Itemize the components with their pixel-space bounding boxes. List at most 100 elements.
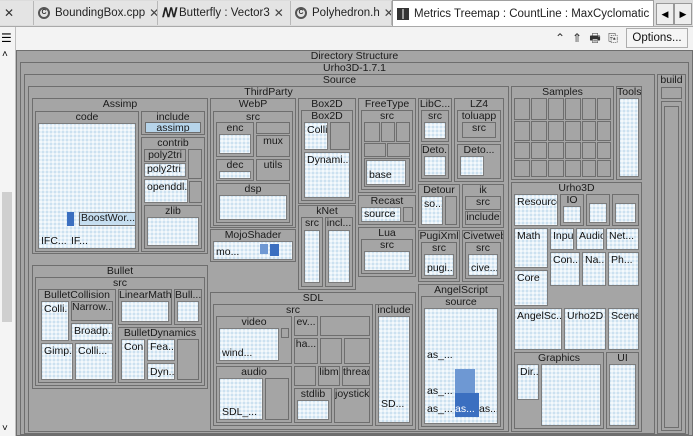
- treemap-node-build-c[interactable]: [664, 106, 679, 428]
- treemap-node-box2d-inner[interactable]: Box2D Colli... Dynami...: [301, 110, 353, 201]
- treemap-node-freetype-src[interactable]: src base: [361, 110, 413, 190]
- close-icon[interactable]: ✕: [149, 6, 157, 20]
- treemap-leaf-scene[interactable]: Scene: [608, 308, 639, 350]
- treemap-node-bull[interactable]: Bull...: [174, 289, 202, 325]
- treemap-leaf-detour[interactable]: so...: [421, 196, 443, 225]
- treemap-node-sample[interactable]: [531, 121, 547, 141]
- treemap-node-sample[interactable]: [565, 121, 581, 141]
- treemap-node-samples[interactable]: Samples: [511, 86, 614, 180]
- treemap-leaf-wind[interactable]: wind...: [219, 328, 279, 361]
- treemap-leaf-na[interactable]: Na...: [582, 252, 606, 286]
- treemap-leaf-audio[interactable]: Audio: [576, 228, 604, 250]
- treemap-leaf-sdl-audio[interactable]: SDL_...: [219, 378, 263, 420]
- treemap-node-sample[interactable]: [565, 98, 581, 120]
- treemap-leaf-cive[interactable]: cive...: [468, 254, 498, 276]
- treemap-node-urho3d-lib[interactable]: Urho3D Resource IO Math Input Audio Net.…: [511, 182, 642, 432]
- treemap-node-ft-d[interactable]: [364, 143, 386, 157]
- tab-polyhedron-h[interactable]: C Polyhedron.h ✕: [291, 1, 392, 25]
- treemap-node-dsp[interactable]: dsp: [216, 183, 290, 223]
- treemap-node-ik-include[interactable]: include: [465, 211, 501, 225]
- treemap-node-ft-a[interactable]: [364, 122, 380, 142]
- treemap-node-haptic[interactable]: ha...: [294, 338, 318, 364]
- treemap-node-build[interactable]: build: [657, 74, 686, 434]
- treemap-leaf-gimp[interactable]: Gimp...: [41, 343, 73, 380]
- treemap-node-sample[interactable]: [597, 160, 611, 177]
- treemap-node-freetype[interactable]: FreeType src base: [358, 98, 416, 193]
- treemap-node-recast-misc[interactable]: [403, 207, 413, 222]
- treemap-node-assimp-inc[interactable]: assimp: [145, 122, 201, 133]
- treemap-node-bullet-src[interactable]: src BulletCollision Colli... Narrow... B…: [35, 277, 205, 386]
- tab-boundingbox-cpp[interactable]: C BoundingBox.cpp ✕: [34, 1, 158, 25]
- treemap-node-webp[interactable]: WebP src enc mux dec utils dsp: [210, 98, 296, 228]
- treemap-node-sample[interactable]: [582, 142, 596, 159]
- treemap-node-lz4-deto[interactable]: Deto...: [457, 144, 501, 179]
- treemap-leaf-enc[interactable]: [219, 134, 251, 154]
- treemap-node-libc[interactable]: LibC... src Deto...: [418, 98, 452, 182]
- close-icon[interactable]: ✕: [4, 6, 14, 20]
- treemap-node-ft-b[interactable]: [381, 122, 395, 142]
- treemap-leaf-linearmath[interactable]: [121, 301, 169, 322]
- treemap-node-angelscript[interactable]: AngelScript source as_... as_... as_... …: [418, 284, 504, 430]
- treemap-node-tools[interactable]: Tools: [616, 86, 642, 180]
- treemap-node-sdl-misc1[interactable]: [320, 316, 370, 336]
- treemap-node-thirdparty[interactable]: ThirdParty Assimp code BoostWor... IFC..…: [28, 86, 509, 432]
- treemap-node-include[interactable]: include assimp: [141, 111, 205, 135]
- treemap-node-boostwor[interactable]: BoostWor...: [79, 212, 135, 226]
- treemap-leaf-sdl-include[interactable]: SD...: [378, 316, 410, 423]
- treemap-leaf-zlib[interactable]: [147, 217, 199, 246]
- treemap-leaf-con[interactable]: Con...: [121, 339, 145, 380]
- treemap-node-zlib[interactable]: zlib: [144, 205, 202, 249]
- treemap-leaf-con[interactable]: Con...: [550, 252, 580, 286]
- treemap-node-sample[interactable]: [531, 160, 547, 177]
- treemap-node-bulletcollision[interactable]: BulletCollision Colli... Narrow... Broad…: [38, 289, 116, 383]
- treemap-node-sample[interactable]: [514, 142, 530, 159]
- treemap-node-u3d-a[interactable]: [586, 194, 610, 226]
- chevron-down-icon[interactable]: ˅: [2, 423, 8, 434]
- treemap-leaf-stdlib[interactable]: [297, 400, 329, 420]
- treemap-leaf-lua[interactable]: [364, 251, 410, 271]
- treemap-leaf-mojoshader[interactable]: mo...: [213, 241, 293, 260]
- treemap-node-sdl-include[interactable]: include SD...: [375, 304, 413, 426]
- treemap-node-lua[interactable]: Lua src: [358, 227, 416, 277]
- treemap-node-webp-src[interactable]: src enc mux dec utils dsp: [213, 111, 293, 226]
- treemap-leaf-poly2tri[interactable]: poly2tri: [144, 163, 186, 177]
- treemap-leaf-lz4-deto[interactable]: [460, 156, 484, 176]
- treemap-node-bullet[interactable]: Bullet src BulletCollision Colli... Narr…: [32, 265, 208, 389]
- treemap-node-audio[interactable]: audio SDL_...: [216, 366, 292, 423]
- treemap-node-recast[interactable]: Recast source: [358, 195, 416, 225]
- treemap-leaf-fea[interactable]: Fea...: [147, 339, 175, 361]
- treemap-leaf-dynami[interactable]: Dynami...: [304, 152, 350, 198]
- chevron-up-icon[interactable]: ⌃: [552, 30, 568, 46]
- treemap-leaf-code[interactable]: BoostWor... IFC... IF...: [38, 123, 136, 249]
- treemap-node-contrib[interactable]: contrib poly2tri poly2tri openddl... zli…: [141, 137, 205, 252]
- treemap-node-ik-src[interactable]: src: [465, 196, 501, 210]
- close-icon[interactable]: ✕: [384, 6, 391, 20]
- tab-butterfly[interactable]: ꟿ Butterfly : Vector3 ✕: [158, 1, 291, 25]
- vertical-scrollbar[interactable]: [2, 192, 12, 322]
- treemap-node-knet-incl[interactable]: incl...: [325, 217, 353, 287]
- treemap-node-assimp[interactable]: Assimp code BoostWor... IFC... IF... inc…: [32, 98, 208, 254]
- treemap-node-sample[interactable]: [548, 98, 564, 120]
- treemap-node-contrib-small[interactable]: [188, 149, 202, 179]
- treemap-leaf-colli2[interactable]: Colli...: [75, 343, 113, 380]
- treemap-node-sample[interactable]: [514, 160, 530, 177]
- treemap-leaf-knet-src[interactable]: [304, 230, 320, 283]
- treemap-node-sample[interactable]: [597, 142, 611, 159]
- treemap-node-joystick[interactable]: joystick: [334, 388, 370, 423]
- treemap-node-io[interactable]: IO: [560, 194, 584, 226]
- treemap-leaf-pugi[interactable]: pugi...: [424, 254, 454, 276]
- treemap-node-ft-c[interactable]: [396, 122, 410, 142]
- treemap-node-toluapp-src[interactable]: src: [462, 122, 496, 138]
- treemap-node-lua-src[interactable]: src: [361, 239, 413, 274]
- treemap-leaf-dyn[interactable]: Dyn...: [147, 363, 175, 380]
- treemap-node-contrib-misc[interactable]: [189, 181, 202, 203]
- treemap-leaf-libc-deto[interactable]: [424, 156, 446, 176]
- treemap-node-sample[interactable]: [582, 160, 596, 177]
- treemap-node-sample[interactable]: [582, 98, 596, 120]
- print-icon[interactable]: 🖶: [587, 30, 603, 46]
- treemap-leaf-graphics[interactable]: [541, 364, 601, 426]
- scroll-right-icon[interactable]: ▶: [674, 3, 692, 25]
- tab-metrics-treemap[interactable]: Metrics Treemap : CountLine : MaxCycloma…: [392, 0, 654, 26]
- treemap-node-box2d[interactable]: Box2D Box2D Colli... Dynami...: [298, 98, 356, 204]
- export-icon[interactable]: ⎘: [605, 30, 621, 46]
